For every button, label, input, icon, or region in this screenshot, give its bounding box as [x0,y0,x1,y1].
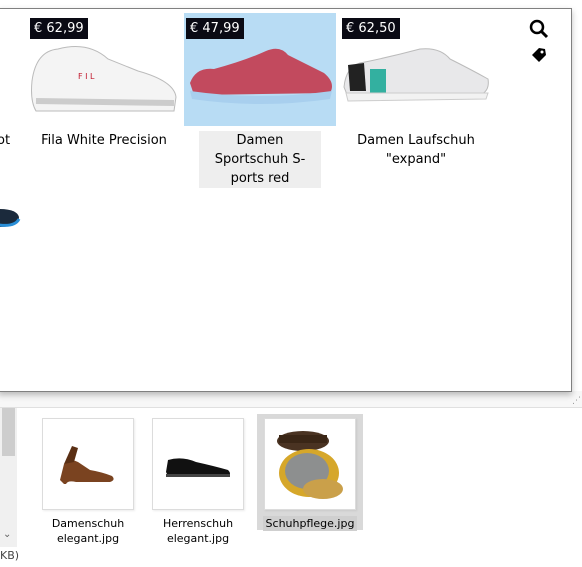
svg-text:F I L: F I L [78,72,95,81]
scrollbar-thumb[interactable] [2,408,15,456]
red-sneaker-icon [190,48,332,104]
partial-shoe-image [0,209,21,227]
product-title: Damen Sportschuh S-ports red [199,131,321,188]
product-image: € 47,99 [184,13,336,126]
product-card-fila[interactable]: F I L € 62,99 Fila White Precision [28,13,180,150]
file-name: Schuhpflege.jpg [262,516,358,531]
file-item-herrenschuh[interactable]: Herrenschuh elegant.jpg [145,414,251,546]
popup-footer-strip [0,391,582,408]
product-title: Damen Laufschuh "expand" [357,133,475,167]
file-thumbnail [42,418,134,510]
resize-grip-icon[interactable]: ⋰ [572,396,581,406]
product-picker-popup: ot F I L € 62,99 Fila White Precision € … [0,8,572,392]
white-sneaker-icon: F I L [31,46,177,112]
file-item-damenschuh[interactable]: Damenschuh elegant.jpg [35,414,141,546]
product-card-laufschuh[interactable]: € 62,50 Damen Laufschuh "expand" [340,13,492,169]
file-thumbnail [152,418,244,510]
product-title: Fila White Precision [41,133,167,148]
black-oxford-shoe-icon [166,458,230,477]
tag-icon[interactable] [531,47,547,63]
product-card-sportschuh[interactable]: € 47,99 Damen Sportschuh S-ports red [184,13,336,188]
price-badge: € 62,99 [30,18,88,39]
product-image: € 62,50 [340,13,492,126]
side-toolbar [529,19,549,63]
file-name: Herrenschuh elegant.jpg [162,517,234,545]
file-thumbnail [264,418,356,510]
scroll-down-icon[interactable]: ⌄ [3,529,11,541]
product-title-partial: ot [0,133,11,148]
file-name: Damenschuh elegant.jpg [51,517,125,545]
file-size-status: KB) [0,549,20,562]
price-badge: € 62,50 [342,18,400,39]
brown-heel-shoe-icon [60,446,114,484]
product-image: F I L € 62,99 [28,13,180,126]
search-icon[interactable] [529,19,549,39]
price-badge: € 47,99 [186,18,244,39]
white-running-shoe-icon [343,48,489,102]
file-item-schuhpflege[interactable]: Schuhpflege.jpg [257,414,363,531]
vertical-scrollbar[interactable]: ⌄ [0,404,17,547]
shoe-polish-tin-icon [277,431,343,499]
